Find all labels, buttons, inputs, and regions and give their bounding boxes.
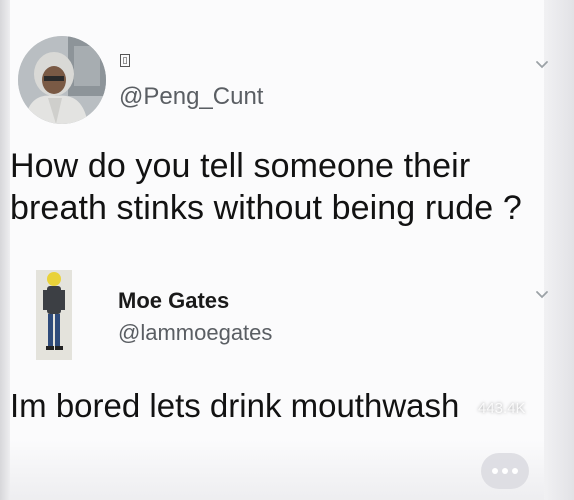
- tweet-text: How do you tell someone their breath sti…: [10, 145, 546, 229]
- tweet-text-line: How do you tell someone their: [10, 147, 471, 185]
- avatar-photo-icon: [18, 36, 106, 124]
- chevron-down-icon[interactable]: [533, 286, 551, 304]
- view-count: 443.4K: [478, 400, 526, 417]
- display-name-glyph: ▯: [120, 54, 130, 67]
- display-name[interactable]: Moe Gates: [118, 288, 229, 314]
- tweet-card: ▯ @Peng_Cunt How do you tell someone the…: [10, 0, 548, 500]
- avatar[interactable]: [18, 36, 106, 124]
- tweet-text-line: breath stinks without being rude ?: [10, 189, 522, 227]
- left-edge: [0, 0, 10, 500]
- right-edge: [544, 0, 574, 500]
- avatar-photo-icon: [36, 270, 72, 360]
- tweet-handle[interactable]: @Peng_Cunt: [119, 83, 263, 111]
- tweet-text: Im bored lets drink mouthwash: [10, 387, 460, 424]
- bottom-fade: [10, 440, 544, 500]
- screenshot-frame: ▯ @Peng_Cunt How do you tell someone the…: [0, 0, 574, 500]
- avatar[interactable]: [36, 270, 72, 360]
- chevron-down-icon[interactable]: [533, 56, 551, 74]
- more-dots-icon: [492, 468, 518, 474]
- more-options-button[interactable]: [481, 453, 529, 489]
- tweet-handle[interactable]: @lammoegates: [118, 320, 272, 346]
